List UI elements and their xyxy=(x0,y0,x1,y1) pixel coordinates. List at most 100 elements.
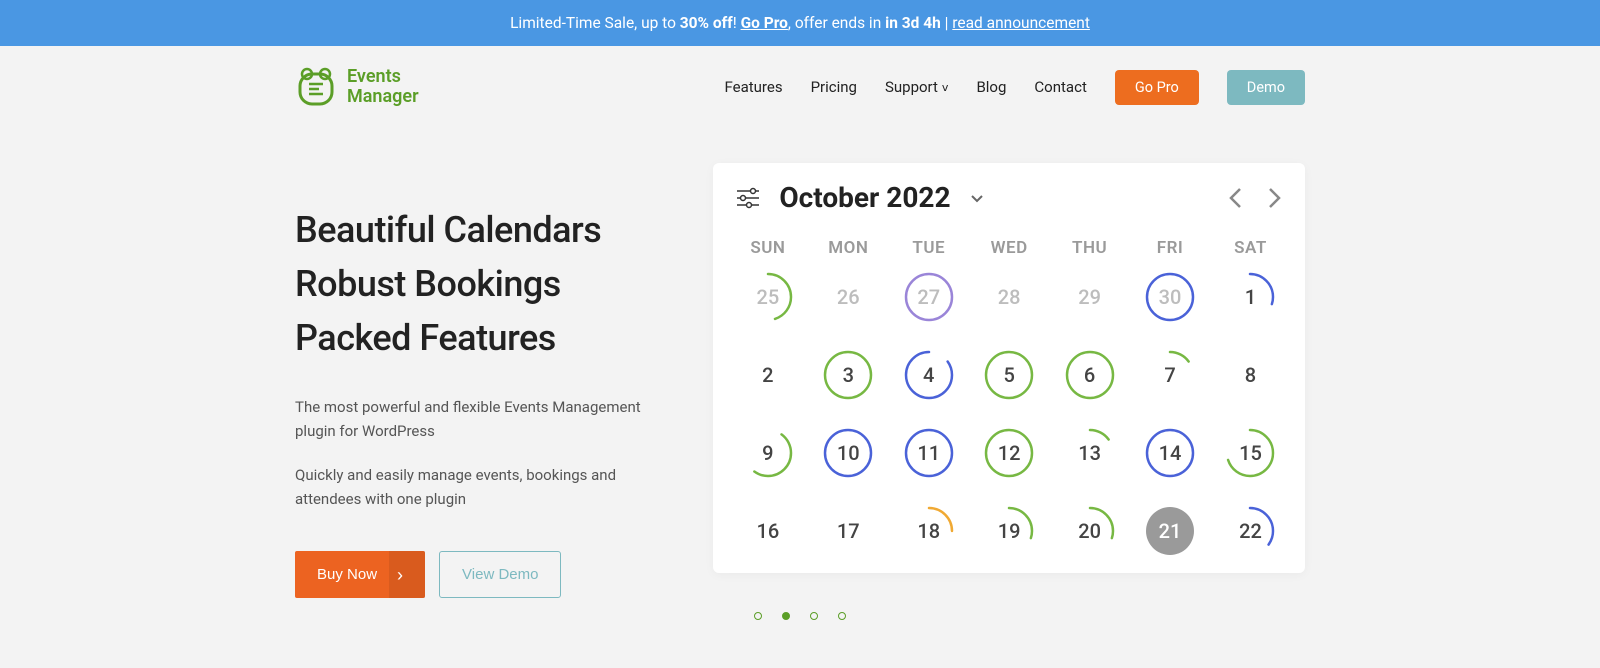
calendar-day[interactable]: 6 xyxy=(1057,336,1122,414)
slider-dot-4[interactable] xyxy=(838,612,846,620)
calendar-day[interactable]: 21 xyxy=(1138,492,1203,570)
calendar-month-label: October 2022 xyxy=(779,181,950,214)
calendar-day[interactable]: 29 xyxy=(1057,258,1122,336)
calendar-day[interactable]: 28 xyxy=(977,258,1042,336)
calendar-dow: SUN xyxy=(735,238,800,258)
calendar-day-number: 13 xyxy=(1078,441,1101,465)
calendar-dow: THU xyxy=(1057,238,1122,258)
promo-countdown: in 3d 4h xyxy=(885,14,941,32)
calendar-day[interactable]: 7 xyxy=(1138,336,1203,414)
promo-go-pro-link[interactable]: Go Pro xyxy=(741,14,788,32)
calendar-day[interactable]: 4 xyxy=(896,336,961,414)
calendar-day-number: 1 xyxy=(1245,285,1256,309)
calendar-day-number: 11 xyxy=(917,441,940,465)
calendar-day[interactable]: 8 xyxy=(1218,336,1283,414)
calendar-day[interactable]: 26 xyxy=(816,258,881,336)
calendar-day[interactable]: 10 xyxy=(816,414,881,492)
calendar-week: 25 26 27 28 29 30 1 xyxy=(735,258,1283,336)
hero-copy: Beautiful Calendars Robust Bookings Pack… xyxy=(295,163,673,598)
calendar-grid: SUNMONTUEWEDTHUFRISAT 252627282930123456… xyxy=(735,238,1283,570)
calendar-day-number: 27 xyxy=(917,285,940,309)
calendar-day-number: 19 xyxy=(998,519,1021,543)
slider-dot-3[interactable] xyxy=(810,612,818,620)
promo-prefix: Limited-Time Sale, up to xyxy=(510,14,680,32)
calendar-dow: WED xyxy=(977,238,1042,258)
buy-now-button[interactable]: Buy Now › xyxy=(295,551,425,598)
hero-sub-2: Quickly and easily manage events, bookin… xyxy=(295,463,673,511)
calendar-header: October 2022 xyxy=(735,181,1283,214)
calendar-day-number: 3 xyxy=(843,363,854,387)
calendar-day[interactable]: 11 xyxy=(896,414,961,492)
go-pro-button[interactable]: Go Pro xyxy=(1115,70,1199,105)
site-logo[interactable]: Events Manager xyxy=(295,66,419,108)
view-demo-button[interactable]: View Demo xyxy=(439,551,561,598)
calendar-day[interactable]: 30 xyxy=(1138,258,1203,336)
filter-icon[interactable] xyxy=(735,185,761,211)
calendar-day-number: 15 xyxy=(1239,441,1262,465)
calendar-day[interactable]: 9 xyxy=(735,414,800,492)
promo-bar: Limited-Time Sale, up to 30% off! Go Pro… xyxy=(0,0,1600,46)
calendar-day[interactable]: 5 xyxy=(977,336,1042,414)
calendar-day[interactable]: 22 xyxy=(1218,492,1283,570)
nav-contact[interactable]: Contact xyxy=(1034,78,1086,96)
nav-support[interactable]: Supportⅴ xyxy=(885,78,948,96)
calendar-day[interactable]: 2 xyxy=(735,336,800,414)
calendar-day-number: 25 xyxy=(756,285,779,309)
calendar-dow: MON xyxy=(816,238,881,258)
calendar-day-number: 7 xyxy=(1164,363,1175,387)
calendar-day[interactable]: 20 xyxy=(1057,492,1122,570)
calendar-dow: SAT xyxy=(1218,238,1283,258)
slider-dot-1[interactable] xyxy=(754,612,762,620)
calendar-week: 2 3 4 5 6 7 8 xyxy=(735,336,1283,414)
calendar-day-number: 29 xyxy=(1078,285,1101,309)
calendar-day-number: 5 xyxy=(1003,363,1014,387)
calendar-day-number: 22 xyxy=(1239,519,1262,543)
calendar-day[interactable]: 18 xyxy=(896,492,961,570)
month-dropdown-icon[interactable] xyxy=(969,190,985,206)
promo-announcement-link[interactable]: read announcement xyxy=(952,14,1090,32)
nav-features[interactable]: Features xyxy=(725,78,783,96)
calendar-day-number: 21 xyxy=(1159,519,1182,543)
calendar-day[interactable]: 14 xyxy=(1138,414,1203,492)
site-header: Events Manager Features Pricing Supportⅴ… xyxy=(295,46,1305,128)
calendar-day[interactable]: 13 xyxy=(1057,414,1122,492)
calendar-day-number: 30 xyxy=(1159,285,1182,309)
calendar-day-number: 4 xyxy=(923,363,934,387)
calendar-day-number: 9 xyxy=(762,441,773,465)
calendar-day-number: 8 xyxy=(1245,363,1256,387)
slider-dot-2[interactable] xyxy=(782,612,790,620)
calendar-widget: October 2022 SUNMONTUEWEDTHUFRISAT 25262… xyxy=(713,163,1305,573)
calendar-day[interactable]: 3 xyxy=(816,336,881,414)
hero-buttons: Buy Now › View Demo xyxy=(295,551,673,598)
calendar-day[interactable]: 27 xyxy=(896,258,961,336)
calendar-day-number: 14 xyxy=(1159,441,1182,465)
demo-button[interactable]: Demo xyxy=(1227,70,1305,105)
logo-icon xyxy=(295,66,337,108)
hero-heading: Beautiful Calendars Robust Bookings Pack… xyxy=(295,203,673,365)
chevron-right-icon: › xyxy=(397,566,403,584)
calendar-day[interactable]: 17 xyxy=(816,492,881,570)
calendar-day[interactable]: 15 xyxy=(1218,414,1283,492)
calendar-dow-row: SUN MON TUE WED THU FRI SAT xyxy=(735,238,1283,258)
calendar-day[interactable]: 12 xyxy=(977,414,1042,492)
main-nav: Features Pricing Supportⅴ Blog Contact G… xyxy=(725,70,1306,105)
calendar-day-number: 18 xyxy=(917,519,940,543)
nav-pricing[interactable]: Pricing xyxy=(811,78,857,96)
next-month-icon[interactable] xyxy=(1265,185,1283,211)
calendar-day[interactable]: 1 xyxy=(1218,258,1283,336)
calendar-day[interactable]: 19 xyxy=(977,492,1042,570)
calendar-dow: TUE xyxy=(896,238,961,258)
calendar-day[interactable]: 16 xyxy=(735,492,800,570)
chevron-down-icon: ⅴ xyxy=(942,81,949,94)
calendar-day-number: 2 xyxy=(762,363,773,387)
calendar-day-number: 16 xyxy=(756,519,779,543)
calendar-dow: FRI xyxy=(1138,238,1203,258)
prev-month-icon[interactable] xyxy=(1227,185,1245,211)
nav-blog[interactable]: Blog xyxy=(976,78,1006,96)
slider-dots xyxy=(0,612,1600,620)
hero-sub-1: The most powerful and flexible Events Ma… xyxy=(295,395,673,443)
calendar-week: 9 10 11 12 13 14 15 xyxy=(735,414,1283,492)
calendar-week: 16 17 18 19 20 21 22 xyxy=(735,492,1283,570)
calendar-day[interactable]: 25 xyxy=(735,258,800,336)
calendar-day-number: 10 xyxy=(837,441,860,465)
